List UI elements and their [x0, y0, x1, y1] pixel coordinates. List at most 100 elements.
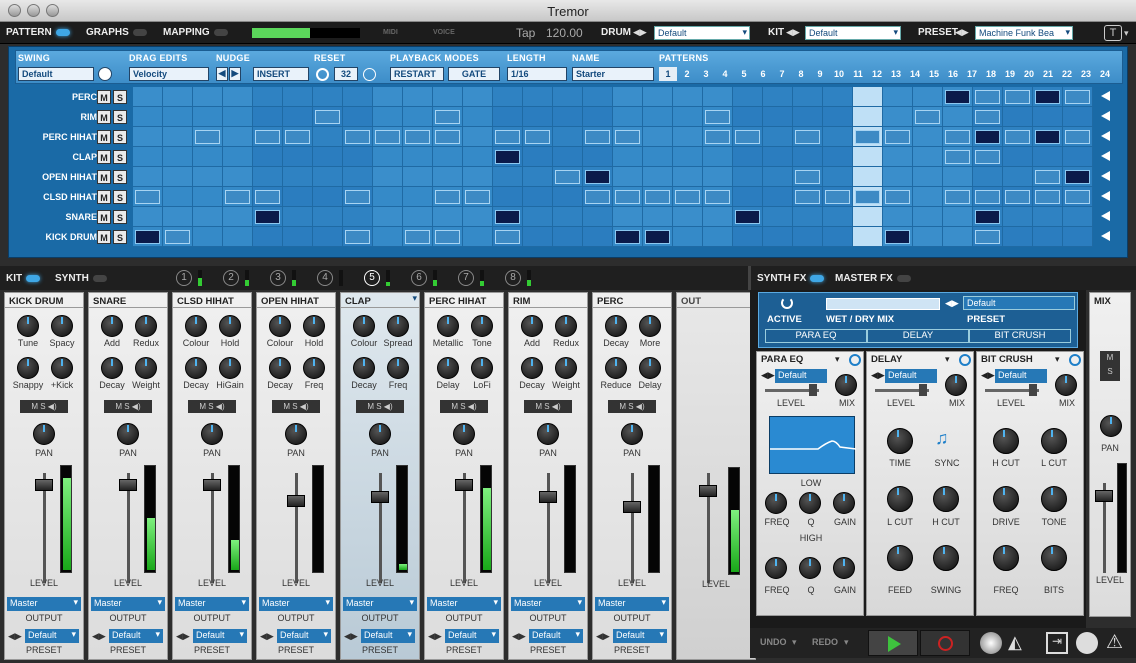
step-cell[interactable]: [343, 167, 373, 187]
voice-slot-3-button[interactable]: 3: [270, 270, 286, 286]
track-solo-button[interactable]: S: [113, 170, 127, 184]
active-step[interactable]: [735, 210, 760, 224]
step-cell[interactable]: [553, 107, 583, 127]
reset-steps-field[interactable]: 32: [334, 67, 358, 81]
channel-param-knob[interactable]: [471, 315, 493, 337]
track-mute-button[interactable]: M: [97, 190, 111, 204]
track-mute-button[interactable]: M: [97, 210, 111, 224]
channel-preset-select[interactable]: Default: [277, 629, 331, 643]
step-cell[interactable]: [343, 147, 373, 167]
level-fader[interactable]: [287, 495, 305, 507]
step-cell[interactable]: [703, 207, 733, 227]
level-fader[interactable]: [371, 491, 389, 503]
step-cell[interactable]: [403, 87, 433, 107]
step-cell[interactable]: [913, 87, 943, 107]
wet-dry-slider[interactable]: [826, 298, 940, 310]
step-cell[interactable]: [313, 87, 343, 107]
channel-preset-select[interactable]: Default: [25, 629, 79, 643]
step-cell[interactable]: [223, 87, 253, 107]
step-cell[interactable]: [223, 227, 253, 247]
track-select-arrow-icon[interactable]: [1101, 231, 1110, 241]
channel-param-knob[interactable]: [135, 315, 157, 337]
step-cell[interactable]: [133, 167, 163, 187]
step-cell[interactable]: [523, 187, 553, 207]
step-cell[interactable]: [193, 187, 223, 207]
step-cell[interactable]: [823, 207, 853, 227]
channel-param-knob[interactable]: [353, 315, 375, 337]
delay-preset-arrows[interactable]: ◀▶: [871, 370, 885, 381]
preset-prev-next-arrows[interactable]: ◀▶: [428, 631, 442, 642]
step-cell[interactable]: [583, 207, 613, 227]
step-cell[interactable]: [373, 227, 403, 247]
active-step[interactable]: [705, 110, 730, 124]
step-cell[interactable]: [313, 227, 343, 247]
output-select[interactable]: Master: [595, 597, 669, 611]
active-step[interactable]: [675, 190, 700, 204]
logo-menu-icon[interactable]: T: [1104, 25, 1122, 41]
mute-solo-speaker-toggle[interactable]: M S ◀): [20, 400, 68, 413]
step-cell[interactable]: [853, 147, 883, 167]
drum-select[interactable]: Default: [654, 26, 750, 40]
step-cell[interactable]: [643, 207, 673, 227]
step-cell[interactable]: [673, 107, 703, 127]
master-fx-tab[interactable]: MASTER FX: [835, 273, 911, 284]
active-step[interactable]: [855, 130, 880, 144]
track-mute-button[interactable]: M: [97, 110, 111, 124]
step-cell[interactable]: [913, 187, 943, 207]
fx-tab-para-eq[interactable]: PARA EQ: [765, 329, 867, 343]
pattern-21-button[interactable]: 21: [1039, 67, 1057, 81]
channel-param-knob[interactable]: [605, 315, 627, 337]
step-cell[interactable]: [373, 167, 403, 187]
active-step[interactable]: [375, 130, 400, 144]
track-select-arrow-icon[interactable]: [1101, 91, 1110, 101]
restart-button[interactable]: RESTART: [390, 67, 444, 81]
kit-select[interactable]: Default: [805, 26, 901, 40]
pattern-4-button[interactable]: 4: [716, 67, 734, 81]
step-cell[interactable]: [1033, 147, 1063, 167]
track-solo-button[interactable]: S: [113, 110, 127, 124]
step-cell[interactable]: [1003, 167, 1033, 187]
active-step[interactable]: [975, 90, 1000, 104]
pattern-20-button[interactable]: 20: [1020, 67, 1038, 81]
step-cell[interactable]: [763, 167, 793, 187]
bit-crush-freq-knob[interactable]: [993, 545, 1019, 571]
pattern-2-button[interactable]: 2: [678, 67, 696, 81]
active-step[interactable]: [495, 210, 520, 224]
step-cell[interactable]: [373, 187, 403, 207]
kit-section-tab[interactable]: KIT: [6, 273, 41, 284]
active-step[interactable]: [1065, 190, 1090, 204]
step-cell[interactable]: [733, 147, 763, 167]
channel-param-knob[interactable]: [101, 315, 123, 337]
step-cell[interactable]: [313, 207, 343, 227]
step-cell[interactable]: [613, 167, 643, 187]
step-cell[interactable]: [433, 147, 463, 167]
active-step[interactable]: [135, 190, 160, 204]
active-step[interactable]: [1005, 90, 1030, 104]
step-cell[interactable]: [703, 167, 733, 187]
step-cell[interactable]: [553, 187, 583, 207]
track-select-arrow-icon[interactable]: [1101, 111, 1110, 121]
step-cell[interactable]: [1033, 207, 1063, 227]
step-cell[interactable]: [673, 87, 703, 107]
mix-mute-solo-toggle[interactable]: MS: [1100, 351, 1120, 381]
delay-time-knob[interactable]: [887, 428, 913, 454]
channel-param-knob[interactable]: [437, 315, 459, 337]
track-solo-button[interactable]: S: [113, 210, 127, 224]
active-step[interactable]: [705, 190, 730, 204]
active-step[interactable]: [585, 130, 610, 144]
pattern-tab[interactable]: PATTERN: [6, 27, 70, 38]
pattern-name-field[interactable]: Starter: [572, 67, 654, 81]
active-step[interactable]: [405, 230, 430, 244]
output-select[interactable]: Master: [427, 597, 501, 611]
step-cell[interactable]: [583, 147, 613, 167]
undo-button[interactable]: UNDO: [760, 637, 787, 647]
mapping-tab[interactable]: MAPPING: [163, 27, 228, 38]
step-cell[interactable]: [253, 107, 283, 127]
mute-solo-speaker-toggle[interactable]: M S ◀): [608, 400, 656, 413]
bit-crush-drive-knob[interactable]: [993, 486, 1019, 512]
eq-high-gain-knob[interactable]: [833, 557, 855, 579]
fx-tab-delay[interactable]: DELAY: [867, 329, 969, 343]
step-cell[interactable]: [583, 107, 613, 127]
channel-param-knob[interactable]: [437, 357, 459, 379]
active-step[interactable]: [315, 110, 340, 124]
